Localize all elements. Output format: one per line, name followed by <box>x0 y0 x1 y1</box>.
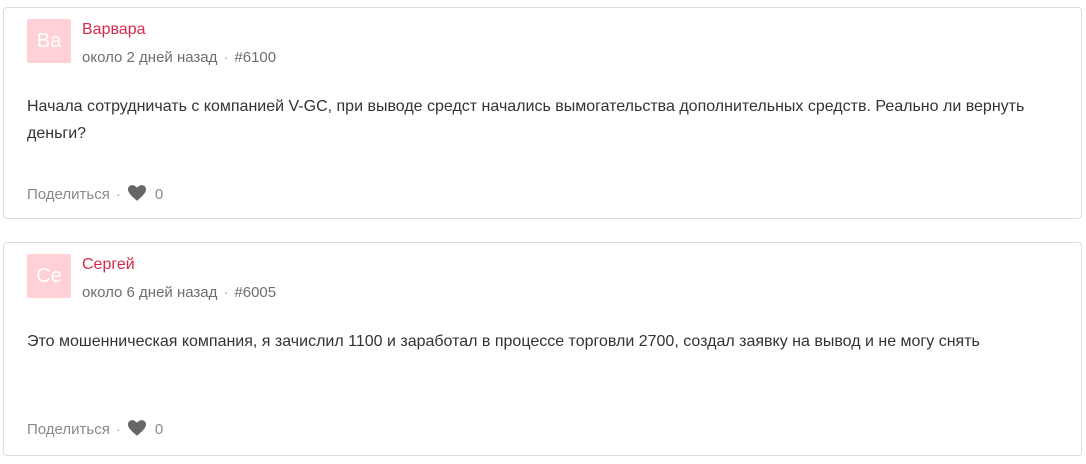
comment-meta: около 2 дней назад · #6100 <box>82 48 276 68</box>
meta-separator: · <box>223 284 229 301</box>
comment-text: Это мошенническая компания, я зачислил 1… <box>27 333 980 350</box>
comment-footer: Поделиться · 0 <box>27 185 163 205</box>
comment-card: Се Сергей около 6 дней назад · #6005 Это м… <box>3 242 1082 456</box>
comment-footer: Поделиться · 0 <box>27 420 163 440</box>
comment-time: около 2 дней назад <box>82 49 218 66</box>
footer-separator: · <box>115 186 121 203</box>
heart-icon[interactable] <box>127 420 146 436</box>
like-count: 0 <box>154 186 164 203</box>
comment-meta: около 6 дней назад · #6005 <box>82 283 276 303</box>
share-button[interactable]: Поделиться <box>27 186 110 203</box>
comment-number-link[interactable]: #6005 <box>234 284 276 301</box>
comment-number-link[interactable]: #6100 <box>234 49 276 66</box>
meta-separator: · <box>223 49 229 66</box>
heart-icon[interactable] <box>127 185 146 201</box>
like-count: 0 <box>154 421 164 438</box>
comment-time: около 6 дней назад <box>82 284 218 301</box>
comment-card: Ва Варвара около 2 дней назад · #6100 Нача… <box>3 7 1082 219</box>
footer-separator: · <box>115 421 121 438</box>
avatar: Се <box>27 254 71 298</box>
avatar: Ва <box>27 19 71 63</box>
comment-text: Начала сотрудничать с компанией V-GC, пр… <box>27 98 1025 142</box>
author-name[interactable]: Варвара <box>82 20 145 40</box>
share-button[interactable]: Поделиться <box>27 421 110 438</box>
author-name[interactable]: Сергей <box>82 255 135 275</box>
